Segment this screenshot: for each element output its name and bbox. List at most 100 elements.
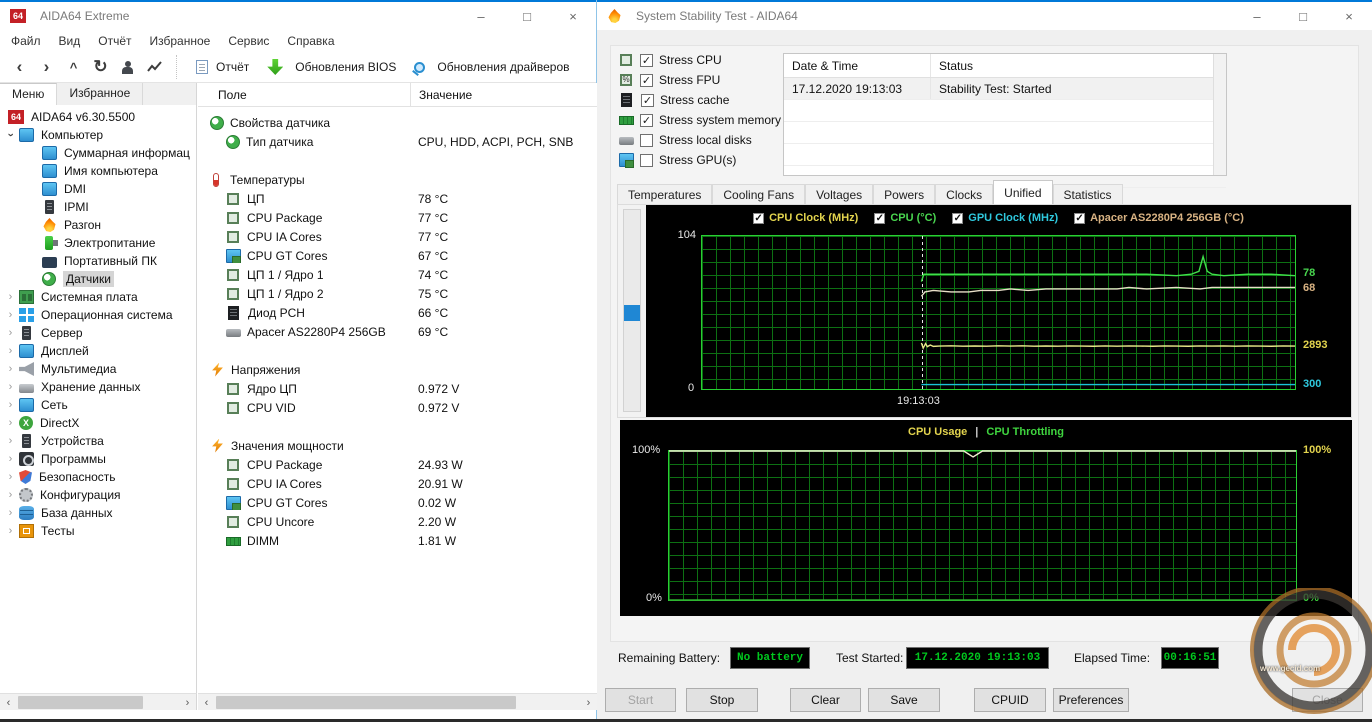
expander-icon[interactable]: › — [2, 327, 19, 339]
tree-item[interactable]: › DirectX — [0, 414, 196, 432]
maximize-icon[interactable]: □ — [504, 2, 550, 30]
tree-item[interactable]: › Тесты — [0, 522, 196, 540]
tree-item[interactable]: › Сеть — [0, 396, 196, 414]
expander-icon[interactable]: › — [2, 345, 19, 357]
tab-powers[interactable]: Powers — [873, 184, 936, 204]
save-button[interactable]: Save — [868, 688, 940, 712]
log-scrollbar[interactable] — [1213, 54, 1226, 175]
tree-item[interactable]: › Системная плата — [0, 288, 196, 306]
tree-item[interactable]: › Сервер — [0, 324, 196, 342]
values-hscrollbar[interactable]: ‹ › — [198, 693, 597, 710]
expander-icon[interactable]: › — [2, 291, 19, 303]
scroll-right-icon[interactable]: › — [179, 694, 196, 711]
tree-item[interactable]: Разгон — [0, 216, 196, 234]
tree-item[interactable]: › Программы — [0, 450, 196, 468]
legend-checkbox-checked[interactable]: ✓ — [952, 212, 964, 224]
tab-voltages[interactable]: Voltages — [805, 184, 874, 204]
bios-updates-button[interactable]: Обновления BIOS — [258, 56, 405, 78]
tree-item[interactable]: › Мультимедиа — [0, 360, 196, 378]
scroll-right-icon[interactable]: › — [580, 694, 597, 711]
sensor-row[interactable]: CPU VID 0.972 V — [198, 398, 597, 417]
tree-item[interactable]: › База данных — [0, 504, 196, 522]
column-value[interactable]: Значение — [410, 83, 597, 106]
sensor-row[interactable]: CPU IA Cores 77 °C — [198, 227, 597, 246]
close-icon[interactable]: × — [1326, 2, 1372, 30]
scroll-thumb[interactable] — [18, 696, 143, 709]
tree-item[interactable]: Портативный ПК — [0, 252, 196, 270]
maximize-icon[interactable]: □ — [1280, 2, 1326, 30]
sensor-row[interactable]: CPU Package 24.93 W — [198, 455, 597, 474]
sensor-row[interactable]: CPU Package 77 °C — [198, 208, 597, 227]
sensor-row[interactable]: CPU Uncore 2.20 W — [198, 512, 597, 531]
sensor-row[interactable]: CPU GT Cores 0.02 W — [198, 493, 597, 512]
stop-button[interactable]: Stop — [686, 688, 758, 712]
tree-item[interactable]: IPMI — [0, 198, 196, 216]
tree-item[interactable]: DMI — [0, 180, 196, 198]
tree-item[interactable]: AIDA64 v6.30.5500 — [0, 108, 196, 126]
checkbox-unchecked[interactable] — [640, 133, 653, 147]
menu-item[interactable]: Сервис — [219, 32, 278, 50]
tree-item[interactable]: › Безопасность — [0, 468, 196, 486]
sensor-row[interactable]: ЦП 78 °C — [198, 189, 597, 208]
log-col-status[interactable]: Status — [931, 59, 1226, 73]
sensor-row[interactable]: Apacer AS2280P4 256GB 69 °C — [198, 322, 597, 341]
expander-icon[interactable]: › — [2, 453, 19, 465]
checkbox-checked[interactable]: ✓ — [640, 73, 653, 87]
slider-handle[interactable] — [624, 305, 640, 321]
checkbox-checked[interactable]: ✓ — [640, 53, 653, 67]
tab-statistics[interactable]: Statistics — [1052, 184, 1123, 204]
sensor-row[interactable]: Тип датчика CPU, HDD, ACPI, PCH, SNB — [198, 132, 597, 151]
tree-item[interactable]: Имя компьютера — [0, 162, 196, 180]
menu-item[interactable]: Вид — [50, 32, 90, 50]
tree-item[interactable]: › Устройства — [0, 432, 196, 450]
tree-item[interactable]: › Дисплей — [0, 342, 196, 360]
tree-item[interactable]: › Операционная система — [0, 306, 196, 324]
tree-hscrollbar[interactable]: ‹ › — [0, 693, 197, 710]
user-icon[interactable] — [114, 54, 141, 80]
expander-icon[interactable]: › — [2, 525, 19, 537]
tree-item[interactable]: › Компьютер — [0, 126, 196, 144]
expander-icon[interactable]: › — [2, 309, 19, 321]
expander-icon[interactable]: › — [2, 417, 19, 429]
tab-clocks[interactable]: Clocks — [935, 184, 994, 204]
expander-icon[interactable]: › — [2, 399, 19, 411]
legend-checkbox-checked[interactable]: ✓ — [1074, 212, 1086, 224]
sensor-row[interactable]: CPU GT Cores 67 °C — [198, 246, 597, 265]
expander-icon[interactable]: › — [2, 435, 19, 447]
expander-icon[interactable]: › — [2, 507, 19, 519]
sensor-row[interactable]: DIMM 1.81 W — [198, 531, 597, 550]
back-icon[interactable]: ‹ — [6, 54, 33, 80]
menu-item[interactable]: Избранное — [141, 32, 220, 50]
expander-icon[interactable]: › — [2, 489, 19, 501]
close-icon[interactable]: × — [550, 2, 596, 30]
scale-slider[interactable] — [623, 209, 641, 412]
expander-icon[interactable]: › — [2, 363, 19, 375]
tab-Меню[interactable]: Меню — [0, 83, 58, 105]
tab-unified[interactable]: Unified — [993, 180, 1053, 204]
tab-Избранное[interactable]: Избранное — [57, 83, 144, 105]
tab-temperatures[interactable]: Temperatures — [617, 184, 713, 204]
expander-icon[interactable]: › — [2, 471, 19, 483]
tree-item[interactable]: Электропитание — [0, 234, 196, 252]
tree-item[interactable]: › Хранение данных — [0, 378, 196, 396]
tree-item[interactable]: Датчики — [0, 270, 196, 288]
expander-icon[interactable]: › — [5, 127, 17, 144]
cpuid-button[interactable]: CPUID — [974, 688, 1046, 712]
tab-cooling-fans[interactable]: Cooling Fans — [712, 184, 806, 204]
sensor-row[interactable]: ЦП 1 / Ядро 2 75 °C — [198, 284, 597, 303]
expander-icon[interactable]: › — [2, 381, 19, 393]
sensor-row[interactable]: CPU IA Cores 20.91 W — [198, 474, 597, 493]
tree-item[interactable]: Суммарная информац — [0, 144, 196, 162]
scroll-left-icon[interactable]: ‹ — [0, 694, 17, 711]
minimize-icon[interactable]: – — [458, 2, 504, 30]
sensor-row[interactable]: Ядро ЦП 0.972 V — [198, 379, 597, 398]
checkbox-unchecked[interactable] — [640, 153, 653, 167]
preferences-button[interactable]: Preferences — [1053, 688, 1129, 712]
scroll-thumb[interactable] — [216, 696, 516, 709]
tree-item[interactable]: › Конфигурация — [0, 486, 196, 504]
log-row[interactable]: 17.12.2020 19:13:03 Stability Test: Start… — [784, 78, 1226, 100]
checkbox-checked[interactable]: ✓ — [640, 113, 653, 127]
sensor-row[interactable]: Диод PCH 66 °C — [198, 303, 597, 322]
clear-button[interactable]: Clear — [790, 688, 861, 712]
report-button[interactable]: Отчёт — [185, 57, 258, 77]
